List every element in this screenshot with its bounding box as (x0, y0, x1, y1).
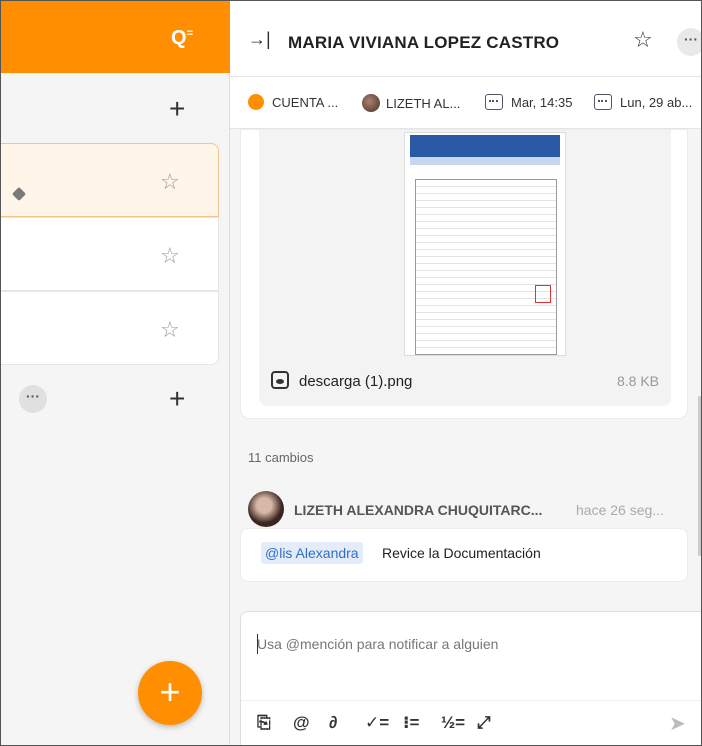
app-frame: Q= + ☆ ☆ ☆ ··· + + →| MARIA VIVIANA LOPE… (0, 0, 702, 746)
comment-header: LIZETH ALEXANDRA CHUQUITARC... hace 26 s… (248, 491, 698, 531)
composer-toolbar: ⎘ @ ∂ ✓= ⁝= ½= ⤢ ➤ (241, 700, 701, 745)
attachment-preview[interactable]: descarga (1).png 8.8 KB (259, 130, 671, 406)
search-filter-icon[interactable]: Q= (171, 27, 193, 50)
list-item[interactable]: ☆ (1, 291, 219, 365)
star-icon[interactable]: ☆ (160, 317, 180, 343)
tag-icon (11, 186, 27, 202)
add-icon[interactable]: + (169, 95, 185, 123)
at-icon[interactable]: @ (293, 713, 310, 733)
detail-header: →| MARIA VIVIANA LOPEZ CASTRO ☆ ··· (230, 1, 701, 77)
more-options-button[interactable]: ··· (677, 28, 701, 56)
add-icon[interactable]: + (169, 385, 185, 413)
chip-label: Mar, 14:35 (511, 95, 573, 110)
link-icon[interactable]: ∂ (329, 713, 337, 733)
page-title: MARIA VIVIANA LOPEZ CASTRO (288, 33, 560, 52)
collapse-panel-icon[interactable]: →| (248, 29, 271, 50)
document-header-band (410, 135, 560, 165)
attachment-card: descarga (1).png 8.8 KB (240, 129, 688, 419)
list-item[interactable]: ☆ (1, 143, 219, 217)
add-row: + (1, 73, 230, 143)
expand-icon[interactable]: ⤢ (477, 713, 491, 733)
mention-tag[interactable]: @lis Alexandra (261, 542, 363, 564)
comment-text: Revice la Documentación (382, 545, 541, 561)
detail-panel: →| MARIA VIVIANA LOPEZ CASTRO ☆ ··· CUEN… (230, 1, 701, 745)
document-table (415, 179, 557, 355)
chip-label: LIZETH AL... (386, 96, 461, 111)
property-chips: CUENTA ... LIZETH AL... Mar, 14:35 Lun, … (230, 77, 701, 195)
comment-time: hace 26 seg... (576, 502, 664, 518)
chip-due-date[interactable]: Lun, 29 ab... (594, 94, 692, 110)
avatar (362, 94, 380, 112)
scrollbar[interactable] (698, 396, 701, 556)
comment-author: LIZETH ALEXANDRA CHUQUITARC... (294, 502, 543, 518)
more-options-button[interactable]: ··· (19, 385, 47, 413)
status-dot-icon (248, 94, 264, 110)
numbered-list-icon[interactable]: ½= (441, 713, 465, 733)
left-panel: Q= + ☆ ☆ ☆ ··· + + (1, 1, 230, 745)
chip-label: Lun, 29 ab... (620, 95, 693, 110)
favorite-star-icon[interactable]: ☆ (633, 27, 653, 53)
document-highlight (535, 285, 551, 303)
star-icon[interactable]: ☆ (160, 243, 180, 269)
file-size: 8.8 KB (616, 373, 659, 389)
send-icon[interactable]: ➤ (669, 711, 686, 736)
comment-composer: ⎘ @ ∂ ✓= ⁝= ½= ⤢ ➤ (240, 611, 701, 745)
calendar-user-icon (594, 94, 612, 110)
chip-start-date[interactable]: Mar, 14:35 (485, 94, 572, 110)
chip-label: CUENTA ... (272, 95, 339, 110)
avatar (248, 491, 284, 527)
star-icon[interactable]: ☆ (160, 169, 180, 195)
left-header-bar: Q= (1, 1, 230, 73)
paperclip-icon[interactable]: ⎘ (257, 713, 271, 733)
create-fab-button[interactable]: + (138, 661, 202, 725)
changes-count[interactable]: 11 cambios (248, 450, 314, 465)
document-thumbnail (404, 132, 566, 356)
bullet-list-icon[interactable]: ⁝= (403, 713, 419, 733)
checklist-icon[interactable]: ✓= (365, 713, 389, 733)
comment-input[interactable] (257, 636, 677, 652)
chip-account[interactable]: CUENTA ... (248, 94, 338, 110)
list-item[interactable]: ☆ (1, 217, 219, 291)
chip-assignee[interactable]: LIZETH AL... (362, 94, 460, 112)
comment-body: @lis Alexandra Revice la Documentación (240, 528, 688, 582)
calendar-icon (485, 94, 503, 110)
image-file-icon (271, 371, 289, 389)
file-name[interactable]: descarga (1).png (299, 373, 412, 390)
